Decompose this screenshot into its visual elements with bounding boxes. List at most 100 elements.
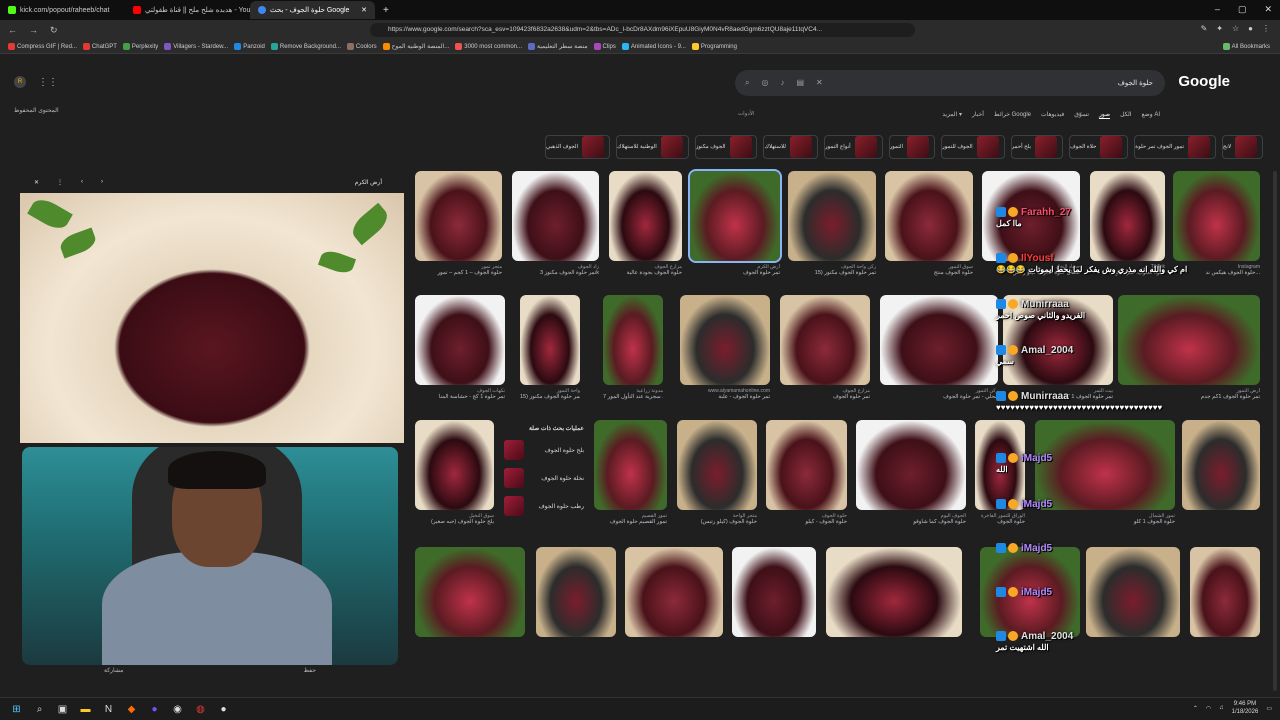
bookmark-item[interactable]: Clips bbox=[593, 43, 616, 50]
image-result[interactable] bbox=[415, 420, 494, 510]
search-input[interactable]: ⌕ ◎ ♪ ▤ ✕ حلوة الجوف bbox=[735, 70, 1165, 96]
app-icon[interactable]: ● bbox=[217, 703, 230, 716]
keyboard-icon[interactable]: ▤ bbox=[796, 78, 804, 88]
apps-grid-icon[interactable]: ⋮⋮ bbox=[38, 77, 58, 88]
minimize-button[interactable]: – bbox=[1215, 4, 1220, 15]
image-result[interactable] bbox=[536, 547, 616, 637]
filter-tab[interactable]: المزيد ▾ bbox=[942, 111, 962, 119]
bookmark-item[interactable]: Panzoid bbox=[234, 43, 265, 50]
volume-icon[interactable]: ♫ bbox=[1219, 705, 1224, 711]
chat-username[interactable]: Munirraaa bbox=[1021, 299, 1069, 310]
chrome-icon[interactable]: ◍ bbox=[194, 703, 207, 716]
star-icon[interactable]: ☆ bbox=[1232, 24, 1239, 33]
suggestion-chip[interactable]: الجوف الذهبي bbox=[545, 135, 610, 159]
pen-icon[interactable]: ✎ bbox=[1201, 24, 1208, 33]
bookmark-item[interactable]: Remove Background... bbox=[270, 43, 341, 50]
bookmark-item[interactable]: All Bookmarks bbox=[1222, 43, 1270, 50]
google-logo[interactable]: Google bbox=[1178, 73, 1230, 90]
close-icon[interactable]: ✕ bbox=[34, 179, 39, 186]
new-tab-button[interactable]: + bbox=[383, 5, 389, 16]
image-result[interactable] bbox=[826, 547, 962, 637]
filter-tab[interactable]: صور bbox=[1099, 111, 1111, 119]
brave-icon[interactable]: ◆ bbox=[125, 703, 138, 716]
image-caption[interactable]: www.alyamamahonline.com تمر حلوة الجوف - … bbox=[680, 388, 770, 400]
windows-start-icon[interactable]: ⊞ bbox=[10, 703, 23, 716]
image-caption[interactable]: مزارع الجوف حلوة الجوف بجودة عالية bbox=[609, 264, 682, 276]
clear-icon[interactable]: ✕ bbox=[816, 78, 823, 88]
bookmark-item[interactable]: Coolors bbox=[346, 43, 377, 50]
bookmark-item[interactable]: Compress GIF | Red... bbox=[8, 43, 77, 50]
wifi-icon[interactable]: ◠ bbox=[1206, 705, 1211, 712]
image-caption[interactable]: حلوة الجوف حلوة الجوف - كيلو bbox=[766, 513, 847, 525]
close-window-button[interactable]: ✕ bbox=[1264, 4, 1272, 15]
microphone-icon[interactable]: ♪ bbox=[780, 78, 784, 88]
suggestion-chip[interactable]: الوطنية للاستهلاك bbox=[615, 135, 689, 159]
filter-tab[interactable]: أخبار bbox=[972, 111, 984, 119]
preview-image[interactable] bbox=[20, 193, 404, 443]
save-button[interactable]: حفظ bbox=[303, 667, 315, 681]
suggestion-chip[interactable]: تمور الجوف تمر حلوة bbox=[1134, 135, 1216, 159]
profile-icon[interactable]: ● bbox=[1248, 24, 1253, 33]
task-view-icon[interactable]: ▣ bbox=[56, 703, 69, 716]
suggestion-chip[interactable]: الجوف مكنوز bbox=[694, 135, 758, 159]
image-result[interactable] bbox=[625, 547, 723, 637]
image-caption[interactable]: سوق التمور حلوة الجوف منتج bbox=[885, 264, 973, 276]
image-caption[interactable]: متجر الواحة حلوة الجوف (كيلو رتبس) bbox=[677, 513, 757, 525]
reload-icon[interactable]: ↻ bbox=[50, 25, 58, 36]
bookmark-item[interactable]: ChatGPT bbox=[82, 43, 117, 50]
image-caption[interactable]: سوق النخيل بلح حلوة الجوف (حبه صغير) bbox=[415, 513, 494, 525]
suggestion-chip[interactable]: بلح أحمر bbox=[1010, 135, 1063, 159]
lens-icon[interactable]: ◎ bbox=[761, 78, 768, 88]
image-result[interactable] bbox=[520, 295, 580, 385]
more-options-icon[interactable]: ⋮ bbox=[57, 179, 63, 186]
chat-username[interactable]: iMajd5 bbox=[1021, 453, 1052, 464]
image-caption[interactable]: ركن واحة الجوف تمر حلوة الجوف مكنوز (15 bbox=[788, 264, 876, 276]
close-tab-icon[interactable]: ✕ bbox=[361, 6, 367, 14]
image-result[interactable] bbox=[415, 547, 525, 637]
bookmark-item[interactable]: 3000 most common... bbox=[455, 43, 522, 50]
preview-source[interactable]: أرض الكرم bbox=[355, 179, 382, 186]
page-scrollbar[interactable] bbox=[1273, 171, 1277, 691]
suggestion-chip[interactable]: حلاة الجوف bbox=[1068, 135, 1129, 159]
image-caption[interactable]: متجر تمور حلوة الجوف – 1 كجم – تمور bbox=[415, 264, 502, 276]
related-item[interactable]: نخلة حلوة الجوف bbox=[504, 468, 584, 488]
related-item[interactable]: رطب حلوة الجوف bbox=[504, 496, 584, 516]
image-caption[interactable]: أرض الكرم تمر حلوة الجوف bbox=[690, 264, 780, 276]
suggestion-chip[interactable]: لانج bbox=[1221, 135, 1263, 159]
image-result[interactable] bbox=[856, 420, 966, 510]
image-result[interactable] bbox=[788, 171, 876, 261]
image-result[interactable] bbox=[415, 171, 502, 261]
image-caption[interactable]: مدونة زراعية7 تولك سجرية عند التأول المو… bbox=[603, 388, 663, 400]
obs-icon[interactable]: ◉ bbox=[171, 703, 184, 716]
image-caption[interactable]: ركن التمور محلي - تمر حلوة الجوف bbox=[880, 388, 998, 400]
bookmark-item[interactable]: Villagers - Stardew... bbox=[164, 43, 228, 50]
back-icon[interactable]: ← bbox=[8, 25, 17, 36]
image-result[interactable] bbox=[732, 547, 816, 637]
filter-tab[interactable]: تسوّق bbox=[1074, 111, 1089, 119]
filter-tab[interactable]: وضع AI bbox=[1141, 111, 1160, 119]
chat-username[interactable]: iMajd5 bbox=[1021, 543, 1052, 554]
bookmark-item[interactable]: Animated Icons - 9... bbox=[621, 43, 686, 50]
image-result[interactable] bbox=[885, 171, 973, 261]
maximize-button[interactable]: ▢ bbox=[1238, 4, 1247, 15]
suggestion-chip[interactable]: أنواع التمور bbox=[823, 135, 883, 159]
image-result[interactable] bbox=[688, 169, 782, 263]
url-field[interactable]: https://www.google.com/search?sca_esv=10… bbox=[370, 23, 915, 37]
filter-tab[interactable]: الكل bbox=[1120, 111, 1131, 119]
chat-username[interactable]: Farahh_27 bbox=[1021, 207, 1071, 218]
image-caption[interactable]: نكهات الجوف تمر حلوة 1 كج - خشاسة المنا bbox=[415, 388, 505, 400]
tab-youtube[interactable]: هدبده شلح ملح || قناة طفولتي - YouTube bbox=[125, 1, 250, 19]
related-item[interactable]: بلح حلوة الجوف bbox=[504, 440, 584, 460]
image-caption[interactable]: زاد الجوف تمر حلوة الجوف مكنوز 3k bbox=[512, 264, 599, 276]
forward-icon[interactable]: → bbox=[29, 25, 38, 36]
file-explorer-icon[interactable]: ▬ bbox=[79, 703, 92, 716]
image-result[interactable] bbox=[680, 295, 770, 385]
image-result[interactable] bbox=[415, 295, 505, 385]
image-result[interactable] bbox=[780, 295, 870, 385]
image-caption[interactable]: مزارع الجوف تمر حلوة الجوف bbox=[780, 388, 870, 400]
previous-icon[interactable]: ‹ bbox=[81, 179, 83, 185]
image-result[interactable] bbox=[603, 295, 663, 385]
discord-icon[interactable]: ● bbox=[148, 703, 161, 716]
image-caption[interactable]: تمور القصيم تمور القصيم حلوة الجوف bbox=[594, 513, 667, 525]
share-button[interactable]: مشاركة bbox=[104, 667, 123, 681]
